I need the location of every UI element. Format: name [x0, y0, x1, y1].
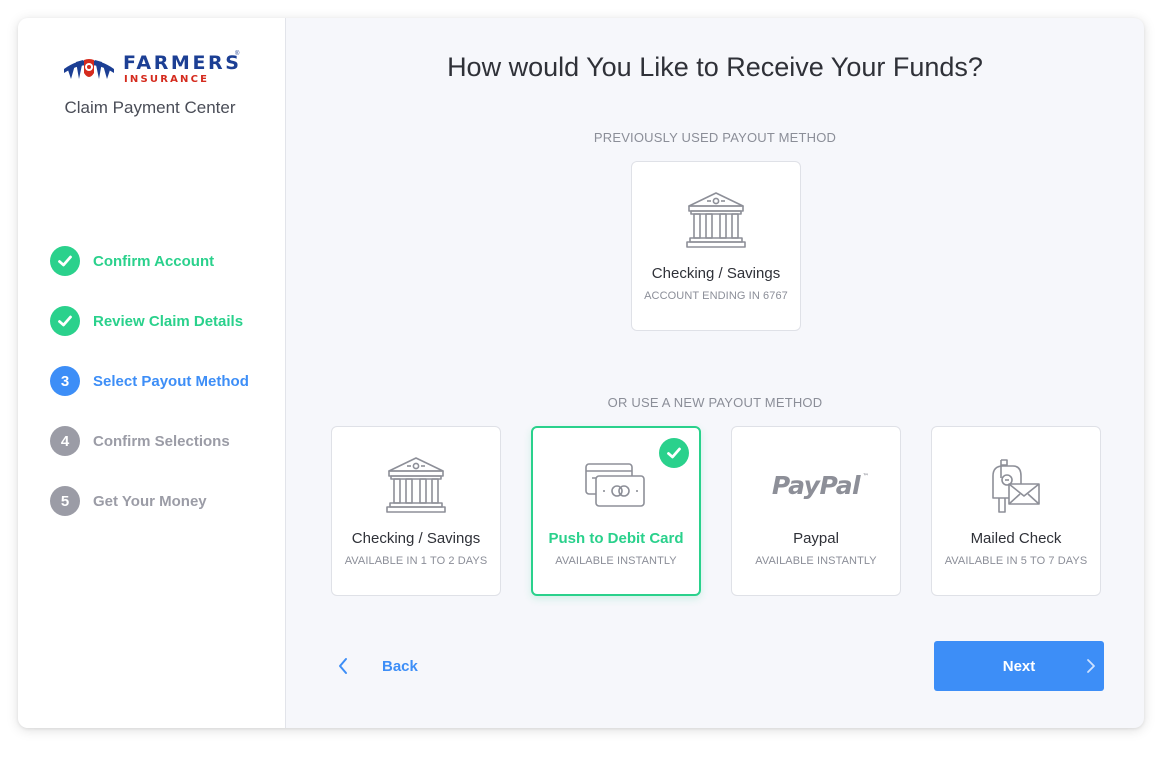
step-complete-badge: [50, 306, 80, 336]
step-label: Select Payout Method: [93, 372, 249, 390]
step-label: Review Claim Details: [93, 312, 244, 330]
step-number-badge: 5: [50, 486, 80, 516]
paypal-logo: PayPal ™: [732, 453, 900, 517]
previous-method-label: PREVIOUSLY USED PAYOUT METHOD: [593, 130, 837, 145]
step-complete-badge: [50, 246, 80, 276]
progress-steps: Confirm Account Review Claim Details 3 S…: [50, 246, 249, 546]
method-title: Push to Debit Card: [548, 530, 684, 547]
checkmark-icon: [58, 315, 72, 327]
mailbox-icon: [932, 453, 1100, 517]
next-label: Next: [1002, 657, 1036, 675]
step-select-payout-method: 3 Select Payout Method: [50, 366, 249, 396]
step-number-badge: 4: [50, 426, 80, 456]
paypal-logo-text: PayPal ™: [771, 470, 869, 500]
brand-trademark: ®: [235, 51, 240, 57]
method-card-checking-savings[interactable]: Checking / Savings AVAILABLE IN 1 TO 2 D…: [331, 426, 501, 596]
back-label: Back: [382, 657, 418, 675]
step-number-badge: 3: [50, 366, 80, 396]
farmers-shield-icon: [64, 59, 114, 79]
method-subtitle: ACCOUNT ENDING IN 6767: [644, 290, 788, 302]
page-title: How would You Like to Receive Your Funds…: [447, 52, 983, 82]
chevron-left-icon: [339, 658, 347, 674]
step-label: Confirm Account: [93, 252, 215, 270]
step-label: Get Your Money: [93, 492, 207, 510]
step-confirm-selections: 4 Confirm Selections: [50, 426, 249, 456]
method-card-paypal[interactable]: PayPal ™ Paypal AVAILABLE INSTANTLY: [731, 426, 901, 596]
app-window: FARMERS ® INSURANCE Claim Payment Center…: [18, 18, 1144, 728]
method-card-mailed-check[interactable]: Mailed Check AVAILABLE IN 5 TO 7 DAYS: [931, 426, 1101, 596]
previous-method-card-checking[interactable]: Checking / Savings ACCOUNT ENDING IN 676…: [631, 161, 801, 331]
sidebar: FARMERS ® INSURANCE Claim Payment Center…: [18, 18, 286, 728]
main-panel: How would You Like to Receive Your Funds…: [286, 18, 1144, 728]
step-label: Confirm Selections: [93, 432, 230, 450]
back-button[interactable]: Back: [330, 641, 450, 691]
new-method-label: OR USE A NEW PAYOUT METHOD: [607, 395, 823, 410]
step-get-your-money: 5 Get Your Money: [50, 486, 249, 516]
step-review-claim-details: Review Claim Details: [50, 306, 249, 336]
method-subtitle: AVAILABLE IN 1 TO 2 DAYS: [344, 555, 488, 567]
checkmark-icon: [58, 255, 72, 267]
app-subtitle: Claim Payment Center: [64, 98, 236, 117]
chevron-right-icon: [1087, 659, 1095, 673]
bank-icon: [332, 453, 500, 517]
method-subtitle: AVAILABLE INSTANTLY: [755, 555, 877, 567]
method-title: Mailed Check: [970, 530, 1062, 547]
method-subtitle: AVAILABLE INSTANTLY: [555, 555, 677, 567]
brand-name: FARMERS: [123, 52, 242, 74]
method-title: Checking / Savings: [351, 530, 481, 547]
debit-card-icon: [532, 453, 698, 517]
brand-sub: INSURANCE: [124, 74, 210, 85]
method-card-push-to-debit[interactable]: Push to Debit Card AVAILABLE INSTANTLY: [531, 426, 701, 596]
next-button[interactable]: Next: [934, 641, 1104, 691]
method-title: Paypal: [793, 530, 839, 547]
method-title: Checking / Savings: [651, 265, 781, 282]
step-confirm-account: Confirm Account: [50, 246, 249, 276]
bank-icon: [632, 188, 800, 252]
method-subtitle: AVAILABLE IN 5 TO 7 DAYS: [944, 555, 1088, 567]
farmers-logo: FARMERS ® INSURANCE: [62, 51, 242, 87]
